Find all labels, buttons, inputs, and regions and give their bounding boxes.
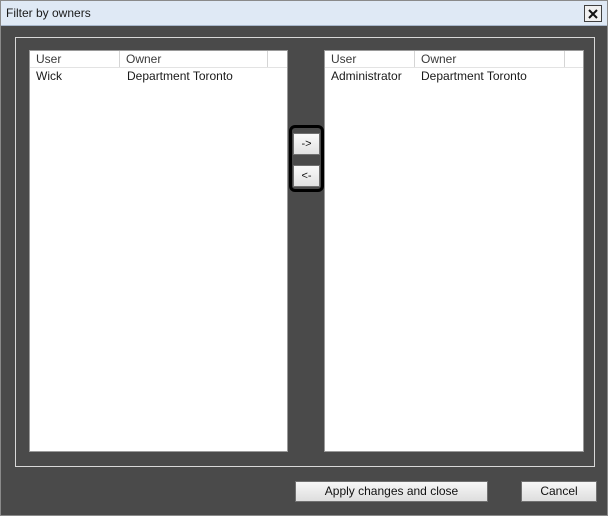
column-header-owner[interactable]: Owner (415, 51, 565, 67)
cell-owner: Department Toronto (421, 69, 527, 83)
list-header: User Owner (30, 51, 287, 68)
filter-by-owners-dialog: Filter by owners User Owner Wick Departm… (0, 0, 608, 516)
title-bar[interactable]: Filter by owners (1, 1, 607, 26)
available-owners-list[interactable]: User Owner Wick Department Toronto (29, 50, 288, 452)
apply-changes-button[interactable]: Apply changes and close (295, 481, 488, 502)
move-right-button[interactable]: -> (293, 133, 320, 155)
list-item[interactable]: Wick Department Toronto (30, 68, 287, 85)
list-item[interactable]: Administrator Department Toronto (325, 68, 583, 85)
transfer-buttons-group: -> <- (289, 125, 324, 192)
move-left-button[interactable]: <- (293, 165, 320, 187)
cell-owner: Department Toronto (127, 69, 233, 83)
close-button[interactable] (584, 5, 602, 22)
column-header-owner[interactable]: Owner (120, 51, 268, 67)
cancel-button[interactable]: Cancel (521, 481, 597, 502)
selected-owners-list[interactable]: User Owner Administrator Department Toro… (324, 50, 584, 452)
window-title: Filter by owners (6, 6, 91, 20)
list-header: User Owner (325, 51, 583, 68)
close-icon (588, 8, 598, 19)
cell-user: Administrator (331, 69, 402, 83)
cell-user: Wick (36, 69, 62, 83)
column-header-user[interactable]: User (325, 51, 415, 67)
column-header-user[interactable]: User (30, 51, 120, 67)
